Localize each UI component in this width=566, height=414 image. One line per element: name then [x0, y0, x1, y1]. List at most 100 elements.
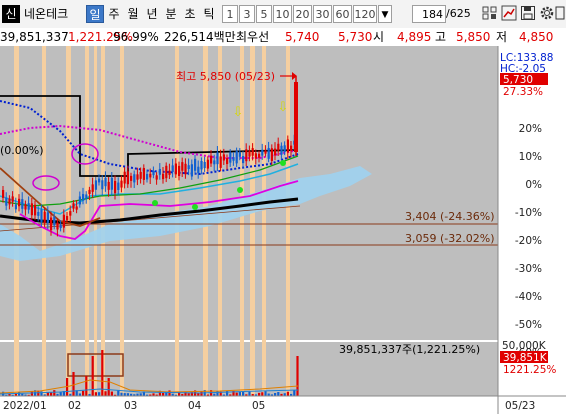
candle-body	[107, 181, 110, 190]
y-axis-label: -50%	[515, 319, 542, 331]
candle-body	[238, 152, 241, 157]
volume-bar	[248, 391, 251, 396]
y-axis-label: -30%	[515, 263, 542, 275]
candle-body	[245, 149, 248, 162]
interval-10[interactable]: 10	[273, 5, 292, 23]
grid-settings-icon[interactable]	[481, 5, 499, 23]
tab-weekly[interactable]: 주	[105, 5, 123, 23]
candle-body	[82, 194, 85, 201]
candle-body	[2, 189, 5, 198]
interval-30[interactable]: 30	[313, 5, 332, 23]
tab-second[interactable]: 초	[181, 5, 199, 23]
signal-arrow-icon-2: ⇩	[278, 100, 289, 115]
candle-body	[133, 174, 136, 183]
candle-body	[53, 216, 56, 226]
candle-body	[142, 167, 145, 180]
volume-bar	[53, 390, 56, 396]
vol-pct: 1221.25%	[503, 364, 556, 376]
candle-body	[114, 180, 117, 194]
signal-arrow-icon-1: ⇩	[233, 105, 244, 120]
open-label: 시	[373, 30, 385, 44]
x-axis-label: 04	[188, 400, 202, 412]
tab-tick[interactable]: 틱	[200, 5, 218, 23]
volume-bar	[216, 391, 219, 396]
page-input[interactable]: 184	[412, 5, 446, 23]
candle-body	[219, 156, 222, 168]
candle-body	[62, 214, 65, 228]
candle-body	[267, 147, 270, 159]
interval-1[interactable]: 1	[222, 5, 238, 23]
volume-bar	[82, 390, 85, 396]
candle-body	[235, 150, 238, 164]
candle-body	[8, 198, 11, 205]
candle-body	[75, 206, 78, 210]
candle-body	[216, 152, 219, 165]
candle-body	[197, 166, 200, 174]
x-axis-label: 05	[252, 400, 265, 412]
interval-dropdown[interactable]: ▼	[378, 5, 392, 23]
tab-minute[interactable]: 분	[162, 5, 180, 23]
open-value: 4,895	[397, 30, 432, 44]
candle-body	[158, 168, 161, 175]
y-axis-label: -40%	[515, 291, 542, 303]
stock-name-field[interactable]: 네온테크	[22, 5, 80, 23]
quote-info-bar: 39,851,337 1,221.25% 96.99% 226,514백만 최우…	[0, 28, 566, 47]
page-total: /625	[446, 7, 471, 20]
volume-annotation: 39,851,337주(1,221.25%)	[339, 343, 480, 356]
level-label-2: 3,059 (-32.02%)	[405, 232, 494, 245]
candle-body	[194, 158, 197, 171]
window-toggle-icon[interactable]	[555, 5, 565, 23]
candle-body	[229, 152, 232, 163]
candle-body	[203, 161, 206, 169]
chart-compare-icon[interactable]	[500, 5, 518, 23]
bid-value: 5,730	[338, 30, 373, 44]
interval-120[interactable]: 120	[353, 5, 377, 23]
candle-body	[277, 143, 280, 151]
high-annotation: 최고 5,850 (05/23)	[176, 70, 275, 83]
ask-value: 5,740	[285, 30, 320, 44]
volume-bar	[235, 392, 238, 396]
candle-body	[5, 197, 8, 206]
candle-body	[174, 163, 177, 175]
price-pct: 27.33%	[503, 86, 543, 98]
candle-body	[139, 171, 142, 179]
candle-body	[213, 160, 216, 165]
volume-bar	[120, 392, 123, 396]
volume-bar	[293, 390, 296, 396]
interval-60[interactable]: 60	[333, 5, 352, 23]
candle-body	[232, 157, 235, 161]
candle-body	[72, 203, 75, 209]
save-icon[interactable]	[519, 5, 537, 23]
interval-5[interactable]: 5	[256, 5, 272, 23]
price-chart[interactable]: ⇩ ⇩ 최고 5,850 (05/23) (0.00%) 3,404 (-24.…	[0, 46, 566, 414]
candle-body	[21, 199, 24, 209]
candle-body	[274, 148, 277, 156]
candle-body	[226, 158, 229, 165]
y-axis-label: 0%	[525, 179, 542, 191]
candle-body	[254, 153, 257, 159]
left-pct-label: (0.00%)	[0, 144, 44, 157]
low-label: 저	[496, 30, 508, 44]
candle-body	[258, 153, 261, 158]
interval-3[interactable]: 3	[239, 5, 255, 23]
interval-20[interactable]: 20	[293, 5, 312, 23]
x-axis-label: 03	[124, 400, 137, 412]
volume-value: 39,851,337	[0, 30, 69, 44]
candle-body	[149, 173, 152, 178]
candle-body	[171, 165, 174, 172]
level-label-1: 3,404 (-24.36%)	[405, 210, 494, 223]
candle-body	[294, 82, 298, 152]
candle-body	[165, 165, 168, 179]
gear-icon[interactable]	[538, 5, 556, 23]
tab-daily[interactable]: 일	[86, 5, 104, 23]
volume-bar	[72, 372, 75, 396]
candle-body	[206, 159, 209, 169]
candle-body	[200, 161, 203, 170]
lock-badge[interactable]: 신	[2, 5, 20, 23]
tab-yearly[interactable]: 년	[143, 5, 161, 23]
candle-body	[130, 175, 133, 181]
volume-bar	[30, 391, 33, 396]
candle-body	[101, 180, 104, 190]
price-badge: 5,730	[503, 74, 533, 86]
tab-monthly[interactable]: 월	[124, 5, 142, 23]
